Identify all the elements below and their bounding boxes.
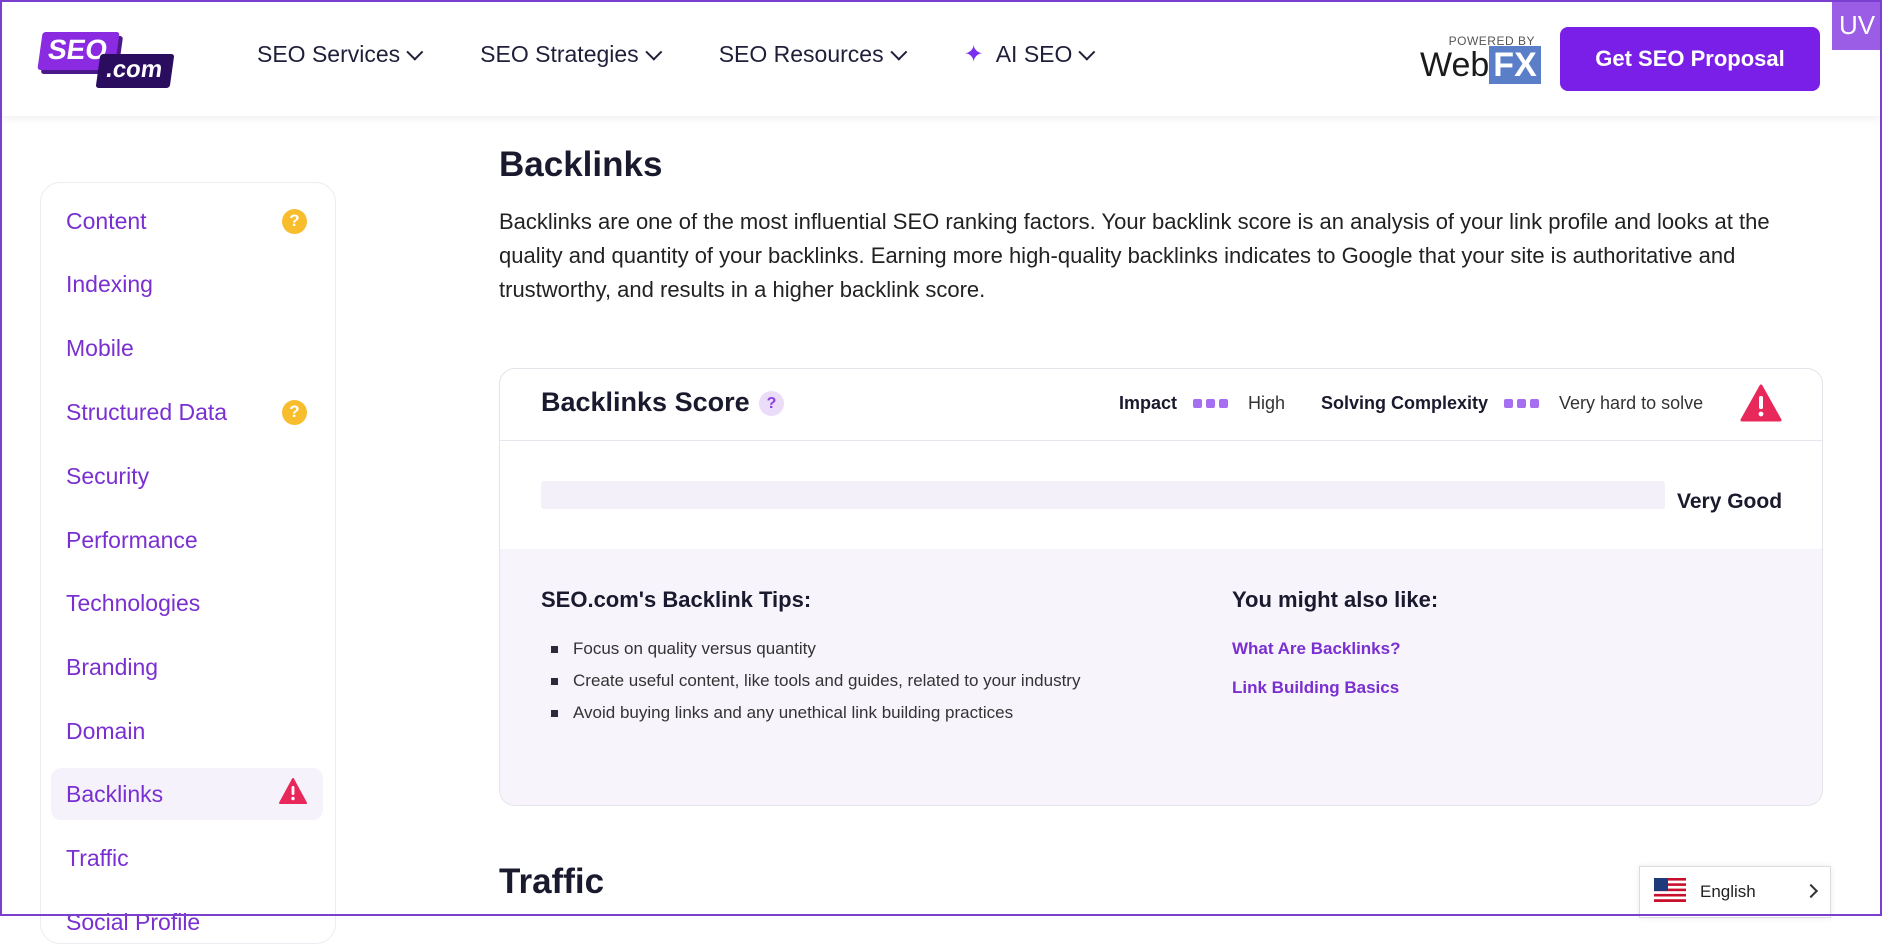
- sidebar-item-label: Security: [66, 462, 150, 489]
- nav-seo-strategies[interactable]: SEO Strategies: [480, 41, 663, 68]
- nav-label: SEO Strategies: [480, 41, 639, 67]
- backlinks-score-card: Backlinks Score ? Impact High Solving Co…: [499, 368, 1823, 806]
- link-what-are-backlinks[interactable]: What Are Backlinks?: [1232, 639, 1400, 659]
- sidebar-item-mobile[interactable]: Mobile: [51, 322, 323, 374]
- complexity-meta: Solving Complexity Very hard to solve: [1321, 393, 1703, 414]
- sidebar-item-traffic[interactable]: Traffic: [51, 832, 323, 884]
- section-title: Backlinks: [499, 145, 663, 184]
- us-flag-icon: [1654, 877, 1686, 907]
- sidebar-item-label: Content: [66, 207, 147, 234]
- sidebar-item-technologies[interactable]: Technologies: [51, 577, 323, 629]
- main-nav: SEO Services SEO Strategies SEO Resource…: [257, 40, 1152, 69]
- warning-icon: [1740, 384, 1782, 427]
- tips-list: Focus on quality versus quantity Create …: [541, 633, 1080, 729]
- sidebar-item-security[interactable]: Security: [51, 450, 323, 502]
- impact-level-icon: [1193, 399, 1232, 408]
- sidebar-item-label: Structured Data: [66, 398, 228, 425]
- nav-seo-resources[interactable]: SEO Resources: [718, 41, 907, 68]
- webfx-logo: Web FX: [1420, 46, 1541, 84]
- chevron-down-icon: [1078, 43, 1096, 61]
- get-seo-proposal-button[interactable]: Get SEO Proposal: [1560, 27, 1820, 91]
- sparkle-icon: ✦: [963, 41, 984, 68]
- logo-com-text: .com: [95, 54, 175, 88]
- list-item: Focus on quality versus quantity: [541, 633, 1080, 665]
- nav-ai-seo[interactable]: ✦ AI SEO: [963, 40, 1096, 69]
- score-bar-track: [541, 481, 1665, 509]
- question-icon: ?: [282, 399, 307, 425]
- list-item: Avoid buying links and any unethical lin…: [541, 697, 1080, 729]
- tips-panel: SEO.com's Backlink Tips: Focus on qualit…: [500, 549, 1822, 805]
- sidebar-item-label: Technologies: [66, 589, 201, 616]
- sidebar-item-domain[interactable]: Domain: [51, 705, 323, 757]
- sidebar-item-label: Backlinks: [66, 780, 164, 807]
- nav-label: SEO Resources: [718, 41, 884, 67]
- sidebar-item-performance[interactable]: Performance: [51, 514, 323, 566]
- next-section-title: Traffic: [499, 862, 605, 901]
- card-header: Backlinks Score ? Impact High Solving Co…: [500, 369, 1822, 441]
- sidebar-item-label: Traffic: [66, 844, 129, 871]
- sidebar-item-indexing[interactable]: Indexing: [51, 258, 323, 310]
- sidebar-item-backlinks[interactable]: Backlinks: [51, 768, 323, 820]
- warning-icon: [279, 778, 307, 810]
- section-description: Backlinks are one of the most influentia…: [499, 209, 1770, 302]
- section-sidebar: Content ? Indexing Mobile Structured Dat…: [40, 182, 336, 944]
- nav-label: AI SEO: [995, 41, 1073, 67]
- list-item: Create useful content, like tools and gu…: [541, 665, 1080, 697]
- sidebar-item-content[interactable]: Content ?: [51, 195, 323, 247]
- impact-value: High: [1248, 393, 1286, 413]
- sidebar-item-structured-data[interactable]: Structured Data ?: [51, 386, 323, 438]
- link-link-building-basics[interactable]: Link Building Basics: [1232, 678, 1399, 698]
- score-rating: Very Good: [1677, 490, 1783, 513]
- sidebar-item-label: Domain: [66, 717, 146, 744]
- sidebar-item-label: Branding: [66, 653, 159, 680]
- card-title: Backlinks Score: [541, 387, 750, 417]
- language-selector[interactable]: English: [1639, 866, 1831, 918]
- sidebar-item-branding[interactable]: Branding: [51, 641, 323, 693]
- help-icon[interactable]: ?: [759, 391, 784, 416]
- webfx-web: Web: [1420, 46, 1490, 84]
- sidebar-item-label: Mobile: [66, 334, 134, 361]
- complexity-value: Very hard to solve: [1559, 393, 1704, 413]
- sidebar-item-social-profile[interactable]: Social Profile: [51, 896, 323, 948]
- chevron-down-icon: [406, 43, 424, 61]
- chevron-right-icon: [1803, 883, 1819, 899]
- impact-label: Impact: [1119, 393, 1178, 413]
- sidebar-item-label: Indexing: [66, 270, 153, 297]
- powered-by-webfx[interactable]: POWERED BY Web FX: [1420, 34, 1541, 84]
- site-header: SEO .com SEO Services SEO Strategies SEO…: [0, 0, 1882, 116]
- nav-seo-services[interactable]: SEO Services: [257, 41, 424, 68]
- impact-meta: Impact High: [1119, 393, 1285, 414]
- nav-label: SEO Services: [257, 41, 401, 67]
- chevron-down-icon: [645, 43, 663, 61]
- also-like-title: You might also like:: [1232, 587, 1439, 612]
- tips-title: SEO.com's Backlink Tips:: [541, 587, 812, 612]
- chevron-down-icon: [889, 43, 907, 61]
- complexity-level-icon: [1504, 399, 1543, 408]
- sidebar-item-label: Social Profile: [66, 908, 201, 935]
- webfx-fx: FX: [1489, 46, 1541, 84]
- question-icon: ?: [282, 208, 307, 234]
- complexity-label: Solving Complexity: [1321, 393, 1489, 413]
- language-label: English: [1700, 882, 1756, 901]
- uv-badge[interactable]: UV: [1832, 0, 1882, 50]
- seo-com-logo[interactable]: SEO .com: [37, 32, 175, 88]
- sidebar-item-label: Performance: [66, 526, 198, 553]
